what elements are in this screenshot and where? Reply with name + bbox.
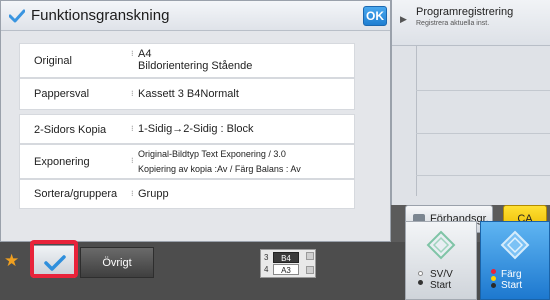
- tray-size: B4: [273, 252, 299, 263]
- row-label: Sortera/gruppera: [34, 188, 118, 200]
- ok-button[interactable]: OK: [363, 6, 387, 26]
- row-value: Original-Bildtyp Text Exponering / 3.0: [138, 149, 286, 159]
- color-start-button[interactable]: Färg Start: [480, 221, 550, 300]
- row-label: 2-Sidors Kopia: [34, 124, 107, 136]
- highlight-frame: [30, 240, 78, 278]
- program-register-subtitle: Registrera aktuella inst.: [416, 20, 490, 27]
- other-button[interactable]: Övrigt: [80, 247, 154, 278]
- radio-icon: [418, 271, 423, 276]
- arrow-right-icon: ▶: [400, 14, 407, 24]
- color-start-label: Färg Start: [501, 269, 523, 291]
- dot-icon: [491, 269, 496, 274]
- dot-icon: [418, 280, 423, 285]
- star-icon[interactable]: ★: [4, 251, 19, 271]
- program-register-title: Programregistrering: [416, 6, 514, 18]
- tray-size: A3: [273, 264, 299, 275]
- check-icon: [9, 9, 25, 23]
- marker-icon: ⁝: [131, 89, 134, 98]
- bw-start-button[interactable]: SV/V Start: [405, 221, 477, 300]
- divider: [416, 175, 550, 176]
- dot-icon: [491, 283, 496, 288]
- row-label: Pappersval: [34, 88, 90, 100]
- divider: [416, 133, 550, 134]
- marker-icon: ⁝: [131, 49, 134, 58]
- tray-row: 3 B4: [264, 252, 302, 263]
- page-title: Funktionsgranskning: [31, 7, 170, 24]
- start-diamond-icon: [500, 230, 530, 260]
- divider: [416, 46, 417, 196]
- tray-side-icon: [306, 252, 314, 260]
- function-check-panel: Funktionsgranskning OK Original ⁝ A4 Bil…: [0, 0, 391, 242]
- row-value: 1-Sidig→2-Sidig : Block: [138, 123, 254, 135]
- list-item-duplex-copy[interactable]: 2-Sidors Kopia ⁝ 1-Sidig→2-Sidig : Block: [19, 114, 355, 144]
- row-value: Kopiering av kopia :Av / Färg Balans : A…: [138, 164, 301, 174]
- program-panel: ▶ Programregistrering Registrera aktuell…: [391, 0, 550, 205]
- start-diamond-icon: [426, 230, 456, 260]
- row-value: Kassett 3 B4Normalt: [138, 88, 239, 100]
- list-item-sort-group[interactable]: Sortera/gruppera ⁝ Grupp: [19, 179, 355, 209]
- marker-icon: ⁝: [131, 124, 134, 133]
- row-label: Exponering: [34, 156, 90, 168]
- row-label: Original: [34, 55, 72, 67]
- tray-number: 3: [264, 253, 269, 262]
- tray-row: 4 A3: [264, 264, 302, 275]
- row-value: Bildorientering Stående: [138, 60, 253, 72]
- list-item-original[interactable]: Original ⁝ A4 Bildorientering Stående: [19, 43, 355, 78]
- dot-icon: [491, 276, 496, 281]
- row-value: Grupp: [138, 188, 169, 200]
- program-register-button[interactable]: ▶ Programregistrering Registrera aktuell…: [392, 0, 550, 46]
- marker-icon: ⁝: [131, 156, 134, 165]
- bw-start-label: SV/V Start: [430, 269, 453, 291]
- list-item-paper-select[interactable]: Pappersval ⁝ Kassett 3 B4Normalt: [19, 78, 355, 110]
- list-item-exposure[interactable]: Exponering ⁝ Original-Bildtyp Text Expon…: [19, 144, 355, 179]
- marker-icon: ⁝: [131, 189, 134, 198]
- panel-header: Funktionsgranskning OK: [1, 1, 390, 31]
- paper-tray-indicator: 3 B4 4 A3: [260, 249, 316, 278]
- tray-number: 4: [264, 265, 269, 274]
- tray-side-icon: [306, 266, 314, 274]
- divider: [416, 90, 550, 91]
